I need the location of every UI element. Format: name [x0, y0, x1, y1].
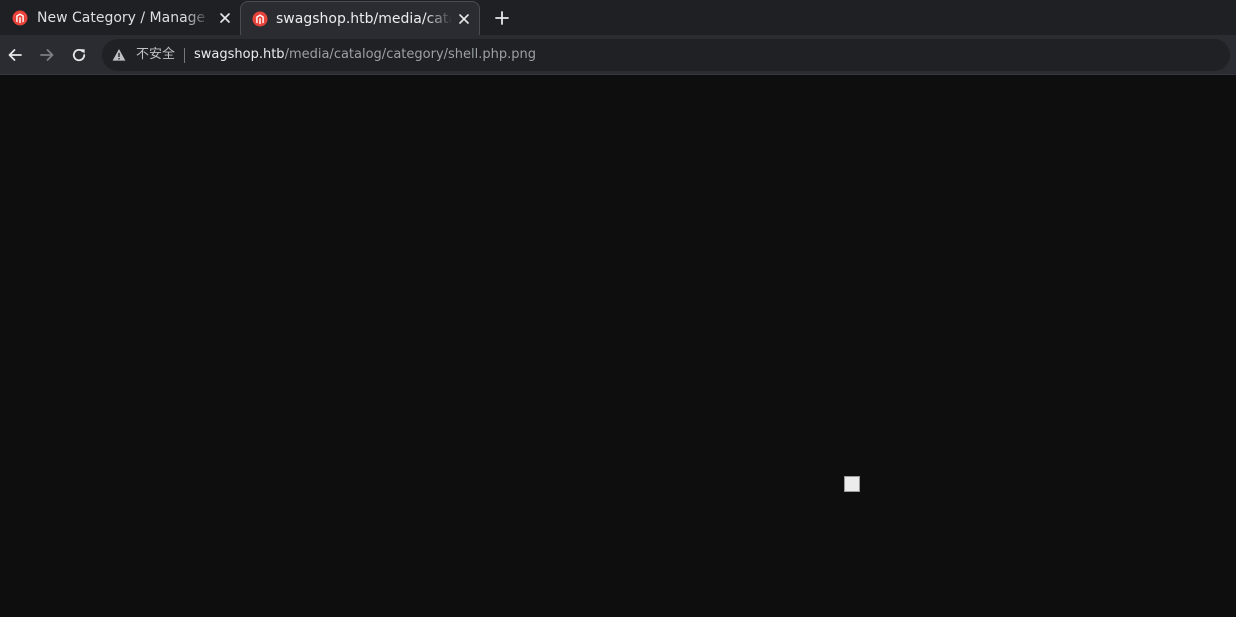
tab-magento-admin[interactable]: New Category / Manage Categories / Categ… [0, 0, 240, 35]
back-button[interactable] [5, 45, 25, 65]
broken-image-icon [844, 476, 860, 492]
url-text[interactable]: swagshop.htb/media/catalog/category/shel… [194, 47, 536, 63]
url-path: /media/catalog/category/shell.php.png [284, 47, 537, 62]
magento-icon [252, 11, 268, 27]
security-status-label[interactable]: 不安全 [136, 47, 175, 63]
magento-icon [12, 10, 28, 26]
plus-icon [495, 11, 509, 25]
address-divider [184, 48, 185, 63]
new-tab-button[interactable] [492, 8, 512, 28]
page-viewport [0, 75, 1236, 617]
close-tab-icon[interactable] [217, 10, 233, 26]
warning-icon[interactable] [112, 48, 126, 62]
forward-button[interactable] [37, 45, 57, 65]
tab-shell-png[interactable]: swagshop.htb/media/catalog/category/shel… [240, 1, 480, 35]
tab-title: swagshop.htb/media/catalog/category/shel… [276, 11, 452, 27]
back-arrow-icon [8, 49, 22, 61]
tab-strip: New Category / Manage Categories / Categ… [0, 0, 1236, 35]
reload-button[interactable] [69, 45, 89, 65]
forward-arrow-icon [40, 49, 54, 61]
browser-toolbar: 不安全 swagshop.htb/media/catalog/category/… [0, 35, 1236, 75]
browser-window: New Category / Manage Categories / Categ… [0, 0, 1236, 617]
reload-icon [72, 48, 86, 62]
tab-title: New Category / Manage Categories / Categ… [37, 10, 211, 26]
url-host: swagshop.htb [194, 47, 285, 62]
address-bar[interactable]: 不安全 swagshop.htb/media/catalog/category/… [102, 39, 1230, 71]
close-tab-icon[interactable] [456, 11, 472, 27]
